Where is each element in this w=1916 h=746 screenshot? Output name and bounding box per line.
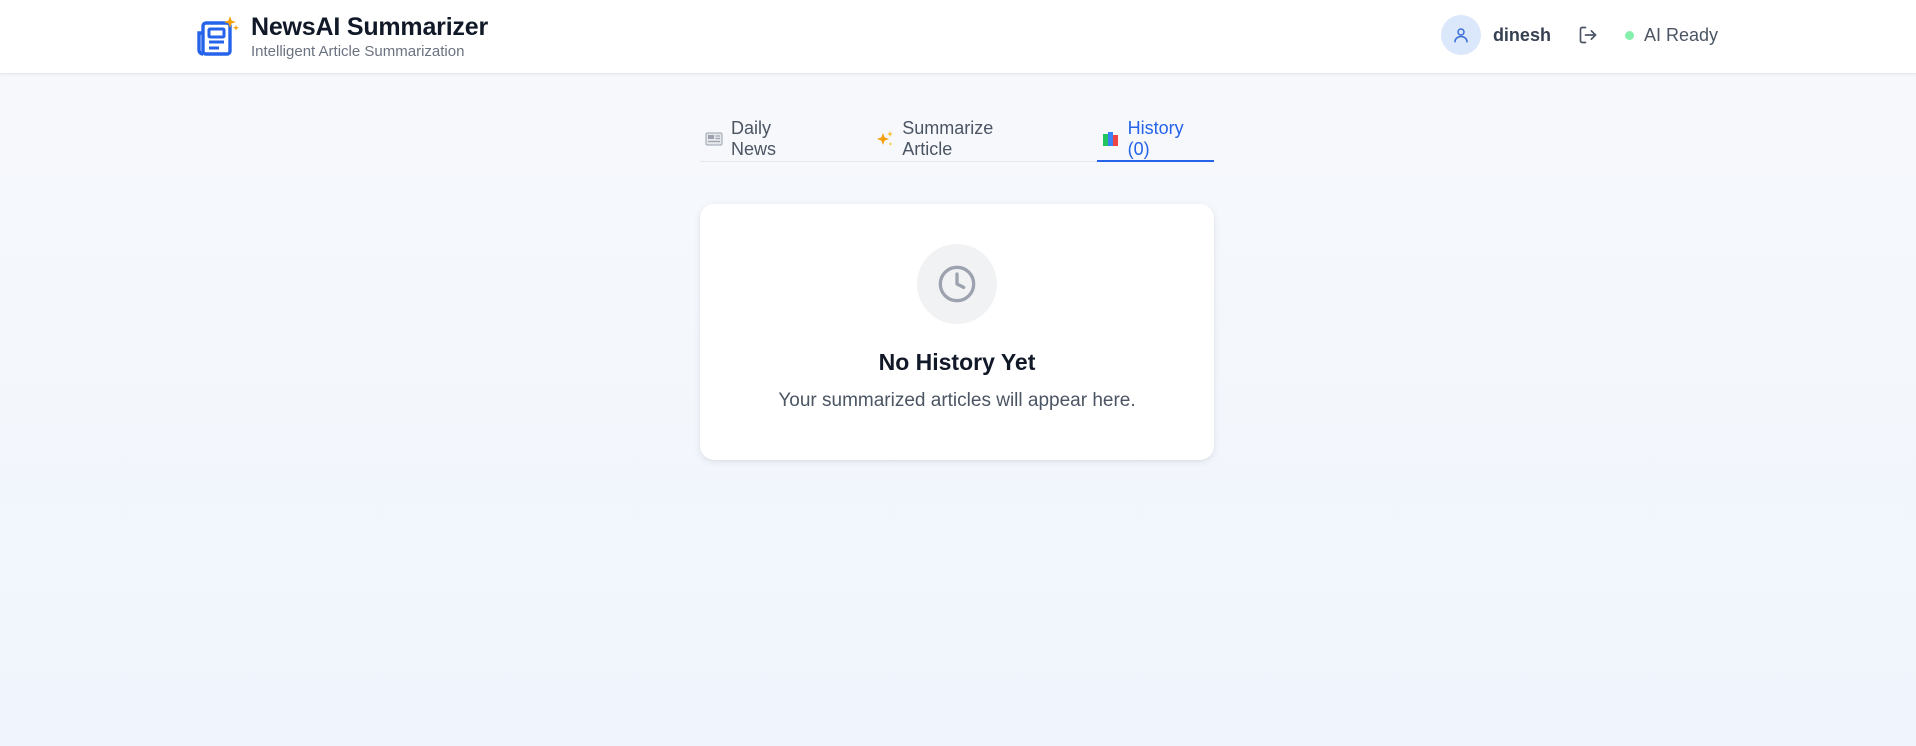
app-title: NewsAI Summarizer xyxy=(251,12,488,41)
tab-label: Daily News xyxy=(731,118,777,159)
avatar[interactable] xyxy=(1440,15,1481,55)
newspaper-sparkle-icon xyxy=(197,15,241,59)
history-empty-card: No History Yet Your summarized articles … xyxy=(700,204,1214,460)
tab-label: Summarize Article xyxy=(902,118,994,159)
clock-icon-badge xyxy=(917,244,997,324)
user-icon xyxy=(1454,28,1468,43)
empty-state-title: No History Yet xyxy=(878,349,1036,375)
username: dinesh xyxy=(1492,24,1551,45)
status-dot xyxy=(1624,30,1634,40)
tab-history[interactable]: History (0) xyxy=(1096,117,1215,162)
logout-button[interactable] xyxy=(1575,22,1601,48)
ai-status: AI Ready xyxy=(1624,24,1718,46)
newspaper-icon xyxy=(705,131,723,147)
sparkles-icon xyxy=(876,130,894,148)
brand: NewsAI Summarizer Intelligent Article Su… xyxy=(197,12,488,62)
user-area: dinesh AI Ready xyxy=(1440,14,1718,56)
main-tabs: Daily News Summarize Article History (0) xyxy=(700,117,1215,162)
tab-summarize-article[interactable]: Summarize Article xyxy=(871,117,1049,161)
brand-text: NewsAI Summarizer Intelligent Article Su… xyxy=(251,13,488,62)
app-subtitle: Intelligent Article Summarization xyxy=(251,42,465,60)
clock-icon xyxy=(938,265,976,303)
tab-daily-news[interactable]: Daily News xyxy=(700,117,824,161)
empty-state-message: Your summarized articles will appear her… xyxy=(778,390,1136,411)
app-header: NewsAI Summarizer Intelligent Article Su… xyxy=(0,0,1916,74)
status-label: AI Ready xyxy=(1643,24,1718,45)
logout-icon xyxy=(1579,26,1597,44)
tab-label: History (0) xyxy=(1127,118,1184,159)
books-icon xyxy=(1102,131,1120,147)
